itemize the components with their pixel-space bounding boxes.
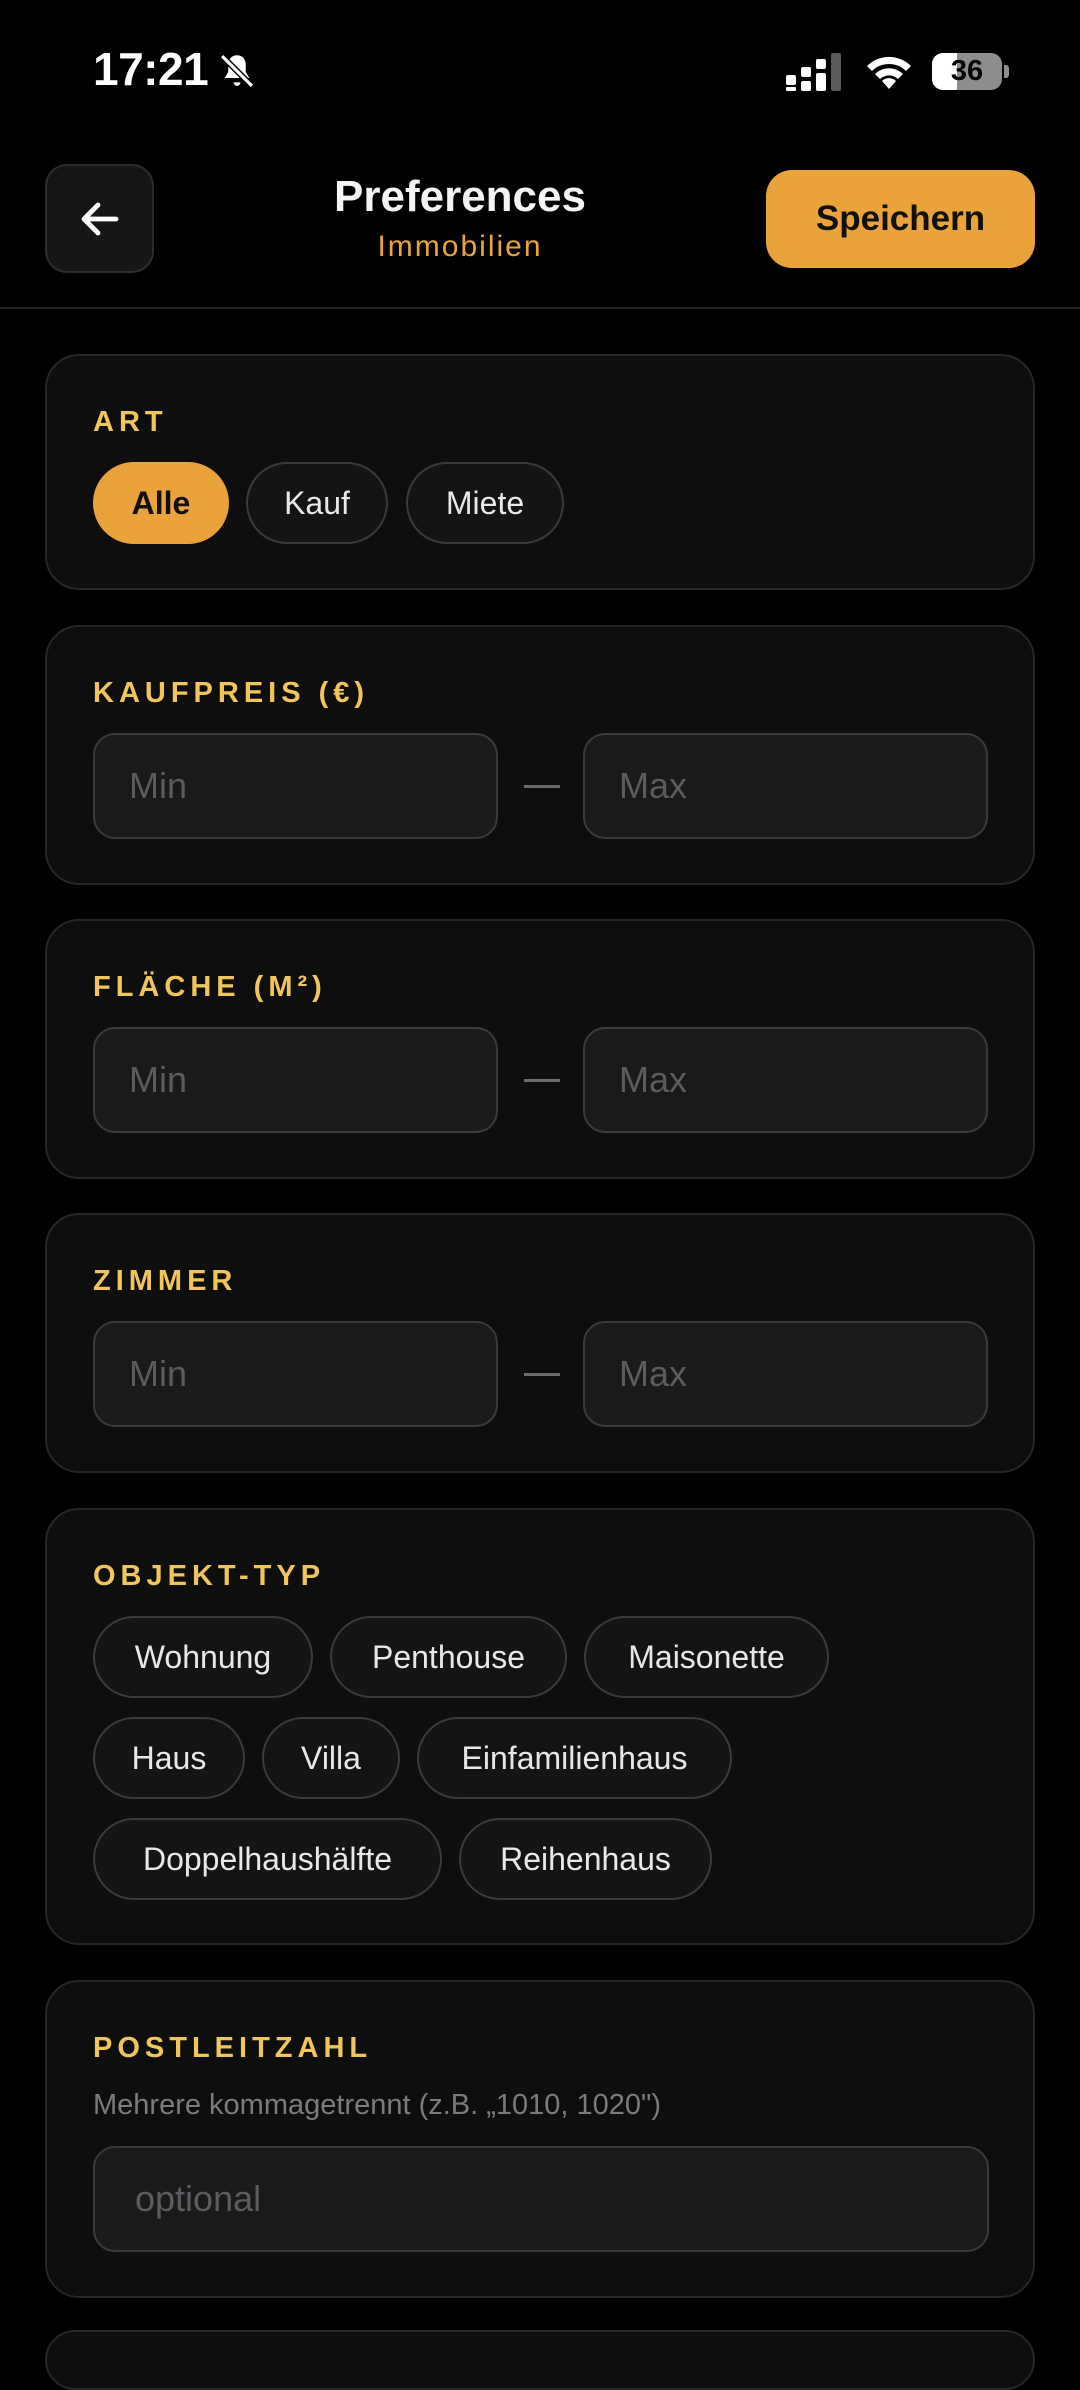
status-bar: 17:21 36 — [0, 0, 1080, 140]
status-time: 17:21 — [93, 43, 209, 95]
arrow-left-icon — [81, 202, 118, 235]
range-separator — [524, 1373, 560, 1376]
chip-wohnung[interactable]: Wohnung — [93, 1616, 313, 1698]
kaufpreis-label: KAUFPREIS (€) — [93, 677, 370, 709]
art-card: ART Alle Kauf Miete — [45, 354, 1035, 590]
chip-haus[interactable]: Haus — [93, 1717, 245, 1799]
chip-einfamilienhaus[interactable]: Einfamilienhaus — [417, 1717, 732, 1799]
chip-villa[interactable]: Villa — [262, 1717, 400, 1799]
battery-icon: 36 — [932, 53, 1009, 90]
zimmer-min-input[interactable] — [93, 1321, 498, 1427]
page-subtitle: Immobilien — [377, 230, 543, 263]
kaufpreis-min-input[interactable] — [93, 733, 498, 839]
flaeche-label: FLÄCHE (M²) — [93, 971, 327, 1003]
range-separator — [524, 785, 560, 788]
next-card — [45, 2330, 1035, 2390]
flaeche-min-input[interactable] — [93, 1027, 498, 1133]
postleitzahl-hint: Mehrere kommagetrennt (z.B. „1010, 1020"… — [93, 2089, 662, 2121]
range-separator — [524, 1079, 560, 1082]
back-button[interactable] — [45, 164, 154, 273]
flaeche-max-input[interactable] — [583, 1027, 988, 1133]
zimmer-label: ZIMMER — [93, 1265, 238, 1297]
chip-art-alle[interactable]: Alle — [93, 462, 229, 544]
chip-maisonette[interactable]: Maisonette — [584, 1616, 829, 1698]
save-button[interactable]: Speichern — [766, 170, 1035, 268]
header-divider — [0, 307, 1080, 309]
chip-art-miete[interactable]: Miete — [406, 462, 564, 544]
art-label: ART — [93, 406, 168, 438]
bell-slash-icon — [219, 53, 255, 89]
chip-reihenhaus[interactable]: Reihenhaus — [459, 1818, 712, 1900]
wifi-icon — [867, 56, 911, 89]
objekt-typ-card: OBJEKT-TYP Wohnung Penthouse Maisonette … — [45, 1508, 1035, 1945]
postleitzahl-label: POSTLEITZAHL — [93, 2032, 373, 2064]
kaufpreis-card: KAUFPREIS (€) — [45, 625, 1035, 885]
postleitzahl-card: POSTLEITZAHL Mehrere kommagetrennt (z.B.… — [45, 1980, 1035, 2298]
chip-penthouse[interactable]: Penthouse — [330, 1616, 567, 1698]
postleitzahl-input[interactable] — [93, 2146, 989, 2252]
zimmer-card: ZIMMER — [45, 1213, 1035, 1473]
battery-level: 36 — [950, 55, 984, 87]
kaufpreis-max-input[interactable] — [583, 733, 988, 839]
flaeche-card: FLÄCHE (M²) — [45, 919, 1035, 1179]
objekt-typ-label: OBJEKT-TYP — [93, 1560, 326, 1592]
chip-doppelhaushaelfte[interactable]: Doppelhaushälfte — [93, 1818, 442, 1900]
signal-icon — [786, 53, 841, 91]
zimmer-max-input[interactable] — [583, 1321, 988, 1427]
chip-art-kauf[interactable]: Kauf — [246, 462, 388, 544]
page-title: Preferences — [334, 172, 586, 221]
